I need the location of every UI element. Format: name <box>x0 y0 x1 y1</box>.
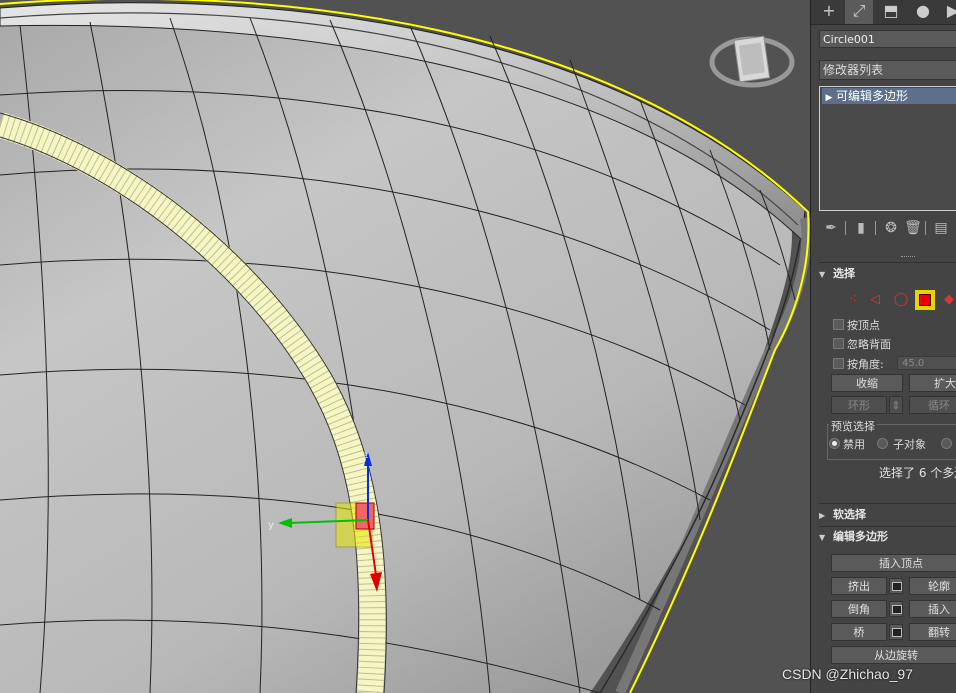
ignore-backfacing-checkbox[interactable] <box>833 338 844 349</box>
soft-selection-title: 软选择 <box>833 508 866 521</box>
hierarchy-tab[interactable]: ⬒ <box>877 0 905 24</box>
bevel-settings-button[interactable] <box>889 601 903 617</box>
by-vertex-label: 按顶点 <box>847 319 880 332</box>
create-tab[interactable]: + <box>815 0 843 24</box>
create-plus-icon: + <box>822 1 836 20</box>
show-end-result-icon[interactable]: ▮ <box>851 218 871 238</box>
ring-spinner[interactable]: ⇕ <box>889 396 903 414</box>
gizmo-z-label: z <box>363 450 368 461</box>
remove-modifier-icon[interactable]: 🗑 <box>903 218 923 238</box>
bridge-settings-button[interactable] <box>889 624 903 640</box>
display-icon: ● <box>916 1 930 20</box>
vertex-mode-icon[interactable]: ⁖ <box>843 290 863 310</box>
stack-item-label: 可编辑多边形 <box>836 89 909 103</box>
hinge-from-edge-button[interactable]: 从边旋转 <box>831 646 956 664</box>
selection-rollout-title: 选择 <box>833 267 855 280</box>
polygon-mode-icon[interactable] <box>915 290 935 310</box>
insert-vertex-button[interactable]: 插入顶点 <box>831 554 956 572</box>
bevel-button[interactable]: 倒角 <box>831 600 887 618</box>
by-angle-checkbox[interactable] <box>833 358 844 369</box>
stack-toolbar: ✒ ▮ ❂ 🗑 ▤ <box>819 218 956 240</box>
edit-polygons-rollout-header[interactable]: ▼ 编辑多边形 <box>819 529 956 545</box>
extrude-settings-button[interactable] <box>889 578 903 594</box>
watermark: CSDN @Zhichao_97 <box>782 666 913 682</box>
ring-button[interactable]: 环形 <box>831 396 887 414</box>
command-panel: + ⤢ ⬒ ● ▶ Circle001 修改器列表 ▶可编辑多边形 ✒ ▮ ❂ … <box>810 0 956 693</box>
outline-button[interactable]: 轮廓 <box>909 577 956 595</box>
selection-rollout-header[interactable]: ▼ 选择 <box>819 266 956 282</box>
soft-selection-rollout-header[interactable]: ▶ 软选择 <box>819 507 956 523</box>
extrude-button[interactable]: 挤出 <box>831 577 887 595</box>
edit-polygons-title: 编辑多边形 <box>833 530 888 543</box>
preview-disabled-radio[interactable] <box>829 438 840 449</box>
by-vertex-checkbox[interactable] <box>833 319 844 330</box>
inset-button[interactable]: 插入 <box>909 600 956 618</box>
modify-icon: ⤢ <box>852 1 866 20</box>
stack-item-editable-poly[interactable]: ▶ 可编辑多边形 <box>822 88 956 104</box>
selection-status: 选择了 6 个多边 <box>879 466 956 480</box>
element-mode-icon[interactable]: ◆ <box>939 290 956 310</box>
configure-sets-icon[interactable]: ▤ <box>931 218 951 238</box>
preview-disabled-label: 禁用 <box>843 438 865 451</box>
viewport-canvas: z y <box>0 0 810 693</box>
pin-stack-icon[interactable]: ✒ <box>821 218 841 238</box>
bridge-button[interactable]: 桥 <box>831 623 887 641</box>
shrink-button[interactable]: 收缩 <box>831 374 903 392</box>
modifier-list-dropdown[interactable]: 修改器列表 <box>819 60 956 80</box>
gizmo-y-label: y <box>268 520 274 531</box>
utilities-tab[interactable]: ▶ <box>939 0 956 24</box>
object-name-field[interactable]: Circle001 <box>819 30 956 48</box>
flip-button[interactable]: 翻转 <box>909 623 956 641</box>
preview-subobject-radio[interactable] <box>877 438 888 449</box>
display-tab[interactable]: ● <box>909 0 937 24</box>
resize-handle[interactable] <box>901 256 915 259</box>
collapse-arrow-icon: ▼ <box>819 533 826 542</box>
ignore-backfacing-label: 忽略背面 <box>847 338 891 351</box>
expand-arrow-icon: ▶ <box>819 511 826 520</box>
grow-button[interactable]: 扩大 <box>909 374 956 392</box>
angle-spinner[interactable]: 45.0 <box>897 356 956 370</box>
expand-triangle-icon[interactable]: ▶ <box>822 90 836 106</box>
make-unique-icon[interactable]: ❂ <box>881 218 901 238</box>
preview-selection-label: 预览选择 <box>829 418 877 434</box>
preview-multi-radio[interactable] <box>941 438 952 449</box>
by-angle-label: 按角度: <box>847 358 884 371</box>
modifier-stack: ▶ 可编辑多边形 <box>819 86 956 211</box>
border-mode-icon[interactable]: ◯ <box>891 290 911 310</box>
utilities-icon: ▶ <box>947 1 956 20</box>
modify-tab[interactable]: ⤢ <box>845 0 873 24</box>
edge-mode-icon[interactable]: ◁ <box>865 290 885 310</box>
collapse-arrow-icon: ▼ <box>819 270 826 279</box>
hierarchy-icon: ⬒ <box>883 1 899 20</box>
command-panel-tabs: + ⤢ ⬒ ● ▶ <box>811 0 956 25</box>
loop-button[interactable]: 循环 <box>909 396 956 414</box>
preview-subobject-label: 子对象 <box>893 438 926 451</box>
viewport-3d[interactable]: z y <box>0 0 810 693</box>
